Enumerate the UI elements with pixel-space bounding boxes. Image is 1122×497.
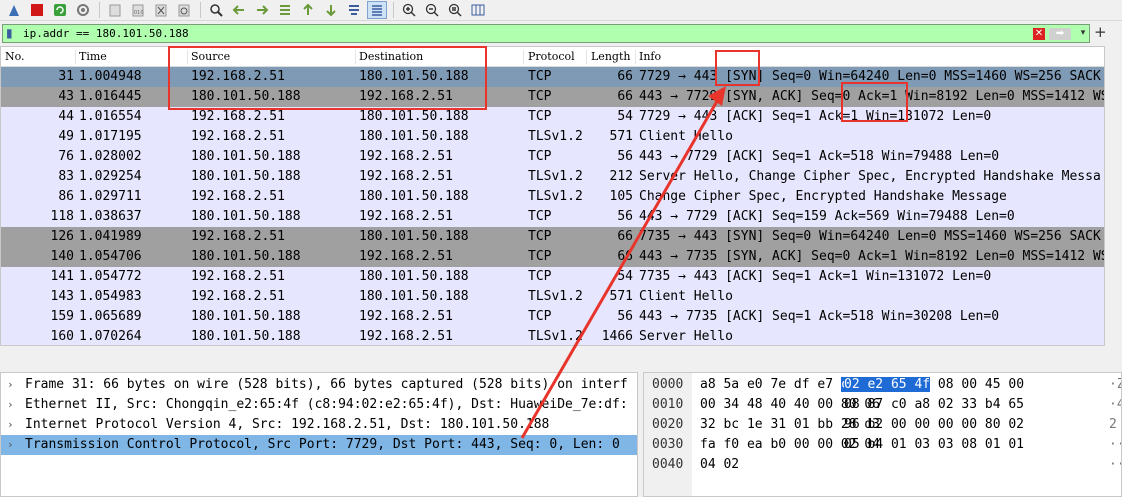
annotation-arrow [520, 86, 726, 439]
